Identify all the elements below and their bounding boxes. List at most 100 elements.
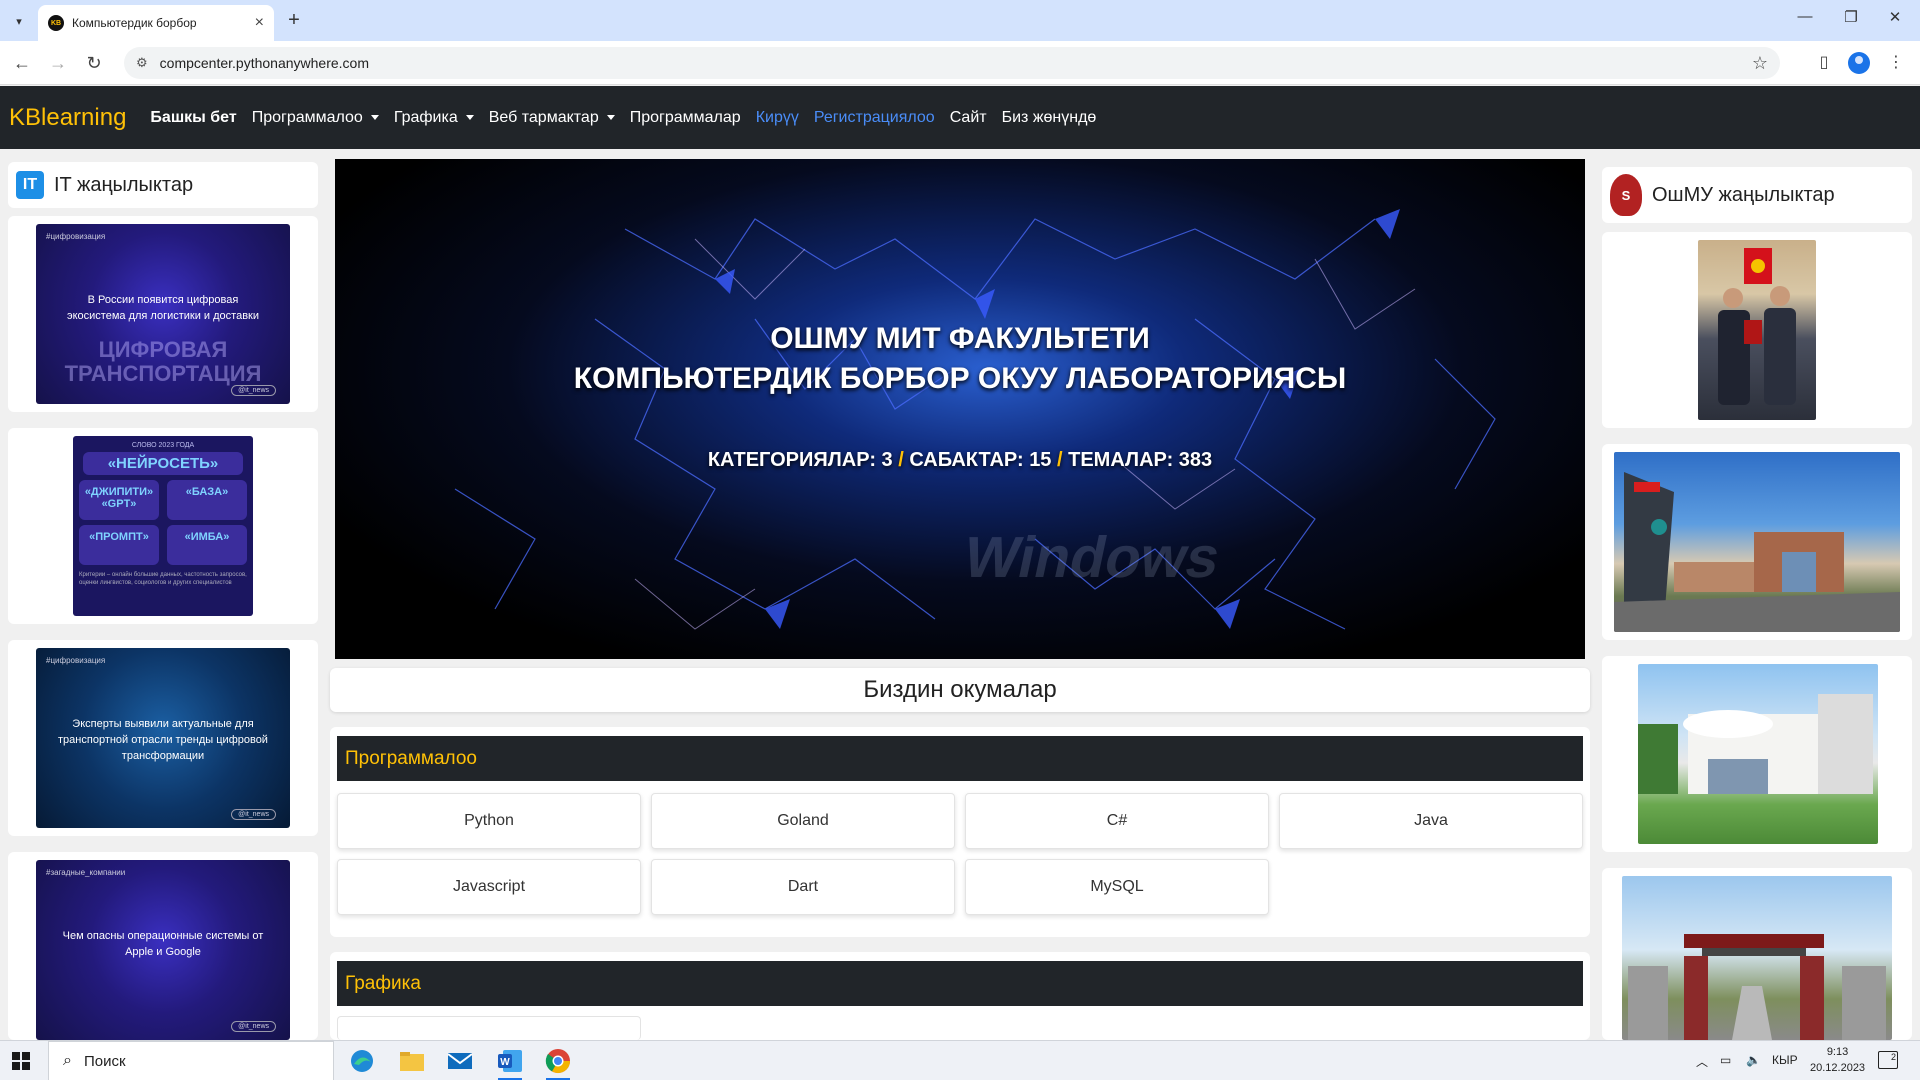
site-brand[interactable]: KBlearning: [9, 104, 126, 132]
nav-site[interactable]: Сайт: [950, 109, 987, 127]
news-badge: @it_news: [231, 1021, 276, 1032]
course-python[interactable]: Python: [337, 793, 641, 849]
word-grid-main: «НЕЙРОСЕТЬ»: [83, 452, 243, 475]
nav-about[interactable]: Биз жөнүндө: [1002, 109, 1097, 127]
edge-icon[interactable]: [342, 1045, 382, 1077]
word-icon[interactable]: W: [490, 1045, 530, 1080]
url-text[interactable]: compcenter.pythonanywhere.com: [160, 55, 1752, 71]
campus-gate-graphic: [1614, 472, 1900, 632]
language-indicator[interactable]: КЫР: [1772, 1053, 1798, 1067]
news-photo-university-arch[interactable]: [1622, 876, 1892, 1040]
word-grid-cell: «БАЗА»: [167, 480, 247, 520]
close-tab-icon[interactable]: ×: [255, 14, 264, 32]
news-card[interactable]: СЛОВО 2023 ГОДА «НЕЙРОСЕТЬ» «ДЖИПИТИ» «G…: [8, 428, 318, 624]
browser-tab-bar: ▾ KB Компьютердик борбор × + — ❐ ✕: [0, 0, 1920, 41]
file-explorer-icon[interactable]: [392, 1045, 432, 1077]
oshmu-news-card[interactable]: [1602, 656, 1912, 852]
new-tab-icon[interactable]: +: [282, 8, 306, 32]
mail-icon[interactable]: [440, 1045, 480, 1077]
word-grid-foot: Критерии – онлайн большие данных, частот…: [79, 572, 247, 586]
news-image[interactable]: #загадные_компании Чем опасны операционн…: [36, 860, 290, 1040]
nav-programming-dropdown[interactable]: Программалоо: [252, 109, 379, 127]
word-grid-cell: «ПРОМПТ»: [79, 525, 159, 565]
network-icon[interactable]: ▭: [1720, 1053, 1731, 1067]
chrome-icon[interactable]: [538, 1045, 578, 1080]
graphics-section-title: Графика: [337, 961, 1583, 1006]
site-info-icon[interactable]: ⚙: [136, 55, 148, 71]
news-big-text: ЦИФРОВАЯ ТРАНСПОРТАЦИЯ: [64, 337, 262, 386]
site-navbar: KBlearning Башкы бет Программалоо График…: [0, 86, 1920, 149]
building-graphic: [1638, 694, 1873, 794]
course-javascript[interactable]: Javascript: [337, 859, 641, 915]
restore-icon[interactable]: ❐: [1836, 8, 1866, 26]
address-bar-row: ← → ↻ ⚙ compcenter.pythonanywhere.com ☆ …: [0, 41, 1920, 85]
news-image[interactable]: #цифровизация Эксперты выявили актуальны…: [36, 648, 290, 828]
news-card[interactable]: #цифровизация В России появится цифровая…: [8, 216, 318, 412]
back-icon[interactable]: ←: [10, 51, 34, 75]
clock-time: 9:13: [1826, 1046, 1849, 1058]
hero-title-line2: КОМПЬЮТЕРДИК БОРБОР ОКУУ ЛАБОРАТОРИЯСЫ: [573, 362, 1347, 395]
oshmu-news-card[interactable]: [1602, 444, 1912, 640]
browser-tab[interactable]: KB Компьютердик борбор ×: [38, 5, 274, 41]
nav-graphics-dropdown[interactable]: Графика: [394, 109, 474, 127]
oshmu-news-card[interactable]: [1602, 232, 1912, 428]
courses-title: Биздин окумалар: [330, 668, 1590, 712]
word-of-year-grid: СЛОВО 2023 ГОДА «НЕЙРОСЕТЬ» «ДЖИПИТИ» «G…: [79, 442, 247, 610]
nav-programming-label: Программалоо: [251, 108, 363, 126]
caret-down-icon: [465, 114, 474, 120]
course-csharp[interactable]: C#: [965, 793, 1269, 849]
news-tag: #загадные_компании: [46, 868, 126, 877]
course-java[interactable]: Java: [1279, 793, 1583, 849]
nav-home[interactable]: Башкы бет: [150, 109, 236, 127]
news-tag: #цифровизация: [46, 656, 106, 665]
stat-lessons: САБАКТАР: 15: [909, 449, 1052, 471]
news-photo-people[interactable]: [1698, 240, 1816, 420]
side-panel-icon[interactable]: ▯: [1812, 51, 1836, 75]
tab-search-icon[interactable]: ▾: [8, 10, 30, 32]
caret-down-icon: [606, 114, 615, 120]
news-card[interactable]: #цифровизация Эксперты выявили актуальны…: [8, 640, 318, 836]
it-logo-icon: IT: [16, 171, 44, 199]
news-image[interactable]: #цифровизация В России появится цифровая…: [36, 224, 290, 404]
windows-start-icon[interactable]: [12, 1052, 30, 1070]
taskbar-search[interactable]: ⌕ Поиск: [48, 1041, 334, 1080]
news-image[interactable]: СЛОВО 2023 ГОДА «НЕЙРОСЕТЬ» «ДЖИПИТИ» «G…: [73, 436, 253, 616]
oshmu-news-header: S ОшМУ жаңылыктар: [1602, 167, 1912, 223]
clock-date: 20.12.2023: [1810, 1062, 1866, 1074]
forward-icon[interactable]: →: [46, 51, 70, 75]
it-news-header: IT IT жаңылыктар: [8, 162, 318, 208]
nav-graphics-label: Графика: [393, 108, 458, 126]
course-card-partial[interactable]: [337, 1016, 641, 1040]
news-photo-campus-gate[interactable]: [1614, 452, 1900, 632]
course-goland[interactable]: Goland: [651, 793, 955, 849]
news-tag: #цифровизация: [46, 232, 106, 241]
omnibox[interactable]: ⚙ compcenter.pythonanywhere.com ☆: [124, 47, 1780, 79]
nav-register[interactable]: Регистрациялоо: [814, 109, 935, 127]
minimize-icon[interactable]: —: [1790, 8, 1820, 25]
course-dart[interactable]: Dart: [651, 859, 955, 915]
close-window-icon[interactable]: ✕: [1880, 8, 1910, 26]
news-card[interactable]: #загадные_компании Чем опасны операционн…: [8, 852, 318, 1040]
nav-programs[interactable]: Программалар: [630, 109, 741, 127]
notification-icon[interactable]: 2: [1878, 1051, 1898, 1069]
news-text: В России появится цифровая экосистема дл…: [66, 294, 259, 322]
nav-login[interactable]: Кирүү: [756, 109, 799, 127]
profile-avatar-icon[interactable]: [1848, 52, 1870, 74]
hero-banner: Windows ОШМУ МИТ ФАКУЛЬТЕТИ КОМПЬЮТЕРДИК…: [335, 159, 1585, 659]
hero-title-line1: ОШМУ МИТ ФАКУЛЬТЕТИ: [770, 322, 1150, 355]
people-photo-graphic: [1718, 248, 1796, 405]
bookmark-star-icon[interactable]: ☆: [1752, 53, 1768, 74]
tab-title: Компьютердик борбор: [72, 16, 197, 30]
taskbar-clock[interactable]: 9:13 20.12.2023: [1810, 1044, 1865, 1076]
menu-dots-icon[interactable]: ⋮: [1884, 51, 1908, 75]
nav-web-label: Веб тармактар: [488, 108, 599, 126]
volume-icon[interactable]: 🔈: [1746, 1053, 1761, 1067]
tray-chevron-icon[interactable]: ︿: [1696, 1053, 1708, 1070]
course-mysql[interactable]: MySQL: [965, 859, 1269, 915]
news-photo-university-building[interactable]: [1638, 664, 1878, 844]
hero-stats: КАТЕГОРИЯЛАР: 3 / САБАКТАР: 15 / ТЕМАЛАР…: [335, 449, 1585, 472]
oshmu-news-card[interactable]: [1602, 868, 1912, 1040]
reload-icon[interactable]: ↻: [82, 51, 106, 75]
arch-graphic: [1628, 934, 1886, 1040]
nav-web-dropdown[interactable]: Веб тармактар: [489, 109, 615, 127]
